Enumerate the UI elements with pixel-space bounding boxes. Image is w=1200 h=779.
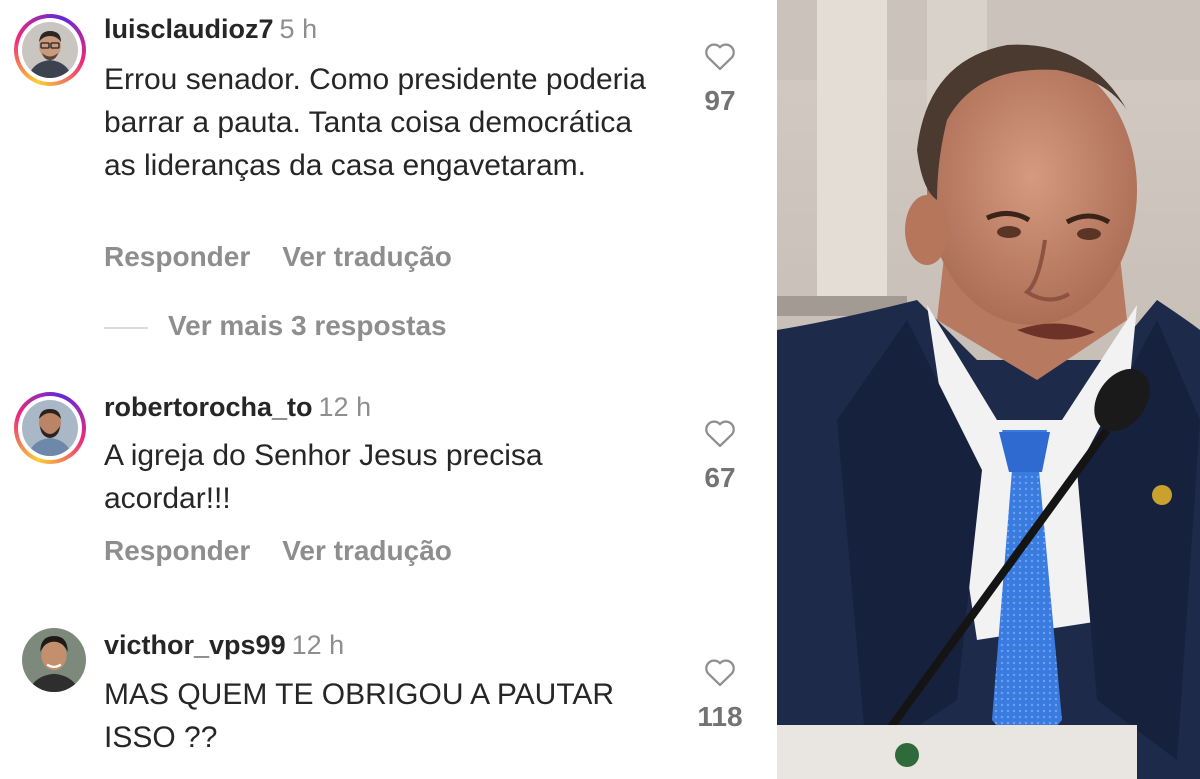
comment-text: MAS QUEM TE OBRIGOU A PAUTAR ISSO ??: [104, 678, 615, 754]
like-count: 67: [704, 462, 736, 493]
translate-button[interactable]: Ver tradução: [282, 535, 452, 566]
comment-time: 12 h: [291, 630, 345, 660]
comment-username[interactable]: robertorocha_to: [104, 392, 313, 422]
reply-button[interactable]: Responder: [104, 241, 250, 272]
comment-username[interactable]: victhor_vps99: [104, 630, 286, 660]
senator-photo: [777, 0, 1200, 779]
heart-icon: [705, 659, 735, 687]
view-more-replies-button[interactable]: Ver mais 3 respostas: [104, 310, 447, 342]
replies-divider: [104, 326, 148, 329]
avatar[interactable]: [14, 14, 86, 86]
like-button[interactable]: 97: [694, 40, 746, 117]
avatar[interactable]: [14, 392, 86, 464]
avatar-photo: [22, 22, 78, 78]
like-count: 118: [697, 701, 743, 732]
like-button[interactable]: 67: [694, 417, 746, 494]
translate-button[interactable]: Ver tradução: [282, 241, 452, 272]
comments-panel: luisclaudioz7 5 h Errou senador. Como pre…: [0, 0, 777, 779]
reply-button[interactable]: Responder: [104, 535, 250, 566]
comment-time: 12 h: [318, 392, 372, 422]
avatar[interactable]: [12, 618, 96, 702]
like-button[interactable]: 118: [694, 656, 746, 733]
comment-text: A igreja do Senhor Jesus precisa acordar…: [104, 439, 543, 515]
comment-time: 5 h: [279, 14, 318, 44]
avatar-photo: [22, 628, 86, 692]
heart-icon: [705, 43, 735, 71]
like-count: 97: [704, 85, 736, 116]
comment-username[interactable]: luisclaudioz7: [104, 14, 274, 44]
avatar-photo: [22, 400, 78, 456]
comment-text: Errou senador. Como presidente poderia b…: [104, 63, 646, 182]
view-more-replies-label: Ver mais 3 respostas: [168, 310, 447, 341]
heart-icon: [705, 420, 735, 448]
